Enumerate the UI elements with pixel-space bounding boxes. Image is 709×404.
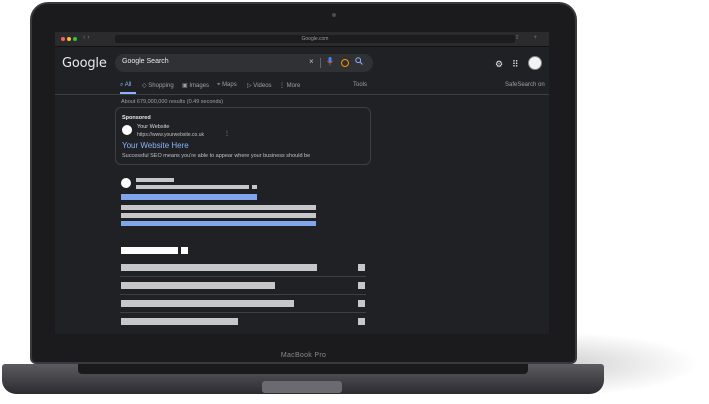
image-icon: ▣: [182, 83, 188, 89]
ad-description: Successful SEO means you're able to appe…: [122, 153, 311, 159]
browser-titlebar: ‹ › Google.com ⇪ +: [55, 32, 549, 47]
tab-images[interactable]: ▣ Images: [182, 82, 209, 89]
ad-site-name: Your Website: [137, 124, 170, 130]
safesearch-toggle[interactable]: SafeSearch on: [505, 82, 545, 88]
site-favicon: [122, 125, 132, 135]
search-icon: ⌕: [120, 82, 124, 88]
tab-maps[interactable]: ⌖ Maps: [217, 82, 237, 89]
section-heading-placeholder: [121, 247, 178, 254]
chevron-down-icon[interactable]: [358, 318, 365, 325]
question-placeholder[interactable]: [121, 264, 317, 271]
tag-icon: ◇: [142, 83, 147, 89]
question-placeholder[interactable]: [121, 300, 294, 307]
section-menu-placeholder: [181, 247, 188, 254]
result-snippet-placeholder: [121, 205, 316, 210]
lens-icon[interactable]: [341, 59, 349, 67]
more-options-icon[interactable]: ⋮: [224, 130, 230, 137]
row-divider: [120, 294, 366, 295]
more-icon: ⋮: [279, 83, 285, 89]
tab-shopping[interactable]: ◇ Shopping: [142, 82, 174, 89]
ad-title-link[interactable]: Your Website Here: [122, 141, 189, 150]
search-input[interactable]: Google Search ×: [115, 54, 373, 72]
question-placeholder[interactable]: [121, 282, 275, 289]
nav-arrows-icon[interactable]: ‹ ›: [83, 34, 90, 41]
maximize-window-button[interactable]: [73, 37, 77, 41]
search-divider: [320, 58, 321, 68]
share-icon[interactable]: ⇪ +: [515, 34, 543, 41]
result-stats: About 679,000,000 results (0.49 seconds): [121, 99, 224, 105]
apps-grid-icon[interactable]: ⠿: [512, 59, 519, 70]
map-pin-icon: ⌖: [217, 82, 221, 88]
mic-icon[interactable]: [327, 57, 333, 68]
google-logo[interactable]: Google: [62, 56, 107, 71]
result-favicon: [121, 178, 131, 188]
chevron-down-icon[interactable]: [358, 300, 365, 307]
question-placeholder[interactable]: [121, 318, 238, 325]
chevron-down-icon[interactable]: [358, 264, 365, 271]
video-icon: ▷: [247, 83, 252, 89]
result-menu-placeholder: [252, 185, 257, 189]
browser-screen: ‹ › Google.com ⇪ + Google Google Search …: [55, 32, 549, 334]
tab-videos[interactable]: ▷ Videos: [247, 82, 272, 89]
search-icon[interactable]: [355, 57, 363, 67]
tab-more[interactable]: ⋮ More: [279, 82, 300, 89]
device-label: MacBook Pro: [280, 352, 327, 359]
result-url-placeholder: [136, 185, 249, 189]
trackpad-notch: [262, 381, 342, 393]
minimize-window-button[interactable]: [67, 37, 71, 41]
address-bar[interactable]: Google.com: [115, 35, 515, 43]
result-site-placeholder: [136, 178, 174, 182]
clear-icon[interactable]: ×: [309, 57, 314, 66]
close-window-button[interactable]: [61, 37, 65, 41]
row-divider: [120, 276, 366, 277]
search-input-value: Google Search: [122, 58, 169, 65]
result-link-placeholder[interactable]: [121, 221, 316, 226]
tools-button[interactable]: Tools: [353, 82, 367, 88]
header-divider: [55, 94, 549, 95]
camera: [332, 13, 336, 17]
result-title-placeholder[interactable]: [121, 194, 257, 200]
keyboard-hinge: [78, 364, 528, 374]
gear-icon[interactable]: ⚙: [495, 59, 503, 70]
tab-all[interactable]: ⌕ All: [120, 82, 131, 89]
chevron-down-icon[interactable]: [358, 282, 365, 289]
result-snippet-placeholder: [121, 213, 316, 218]
sponsored-label: Sponsored: [122, 115, 151, 121]
avatar[interactable]: [528, 56, 542, 70]
ad-site-url: https://www.yourwebsite.co.uk: [137, 132, 204, 138]
row-divider: [120, 312, 366, 313]
sponsored-result[interactable]: Sponsored Your Website https://www.yourw…: [115, 107, 371, 165]
